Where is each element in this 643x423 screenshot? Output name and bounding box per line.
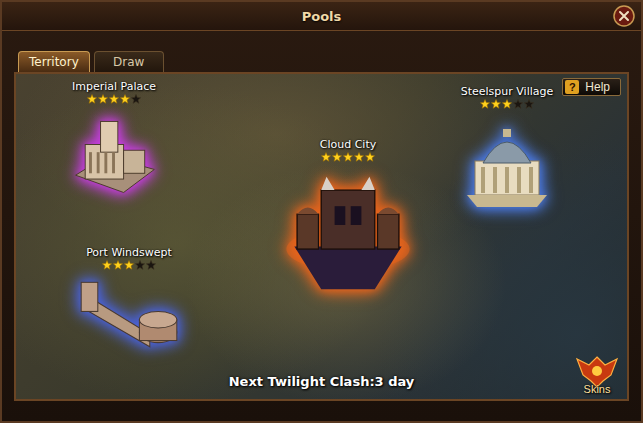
location-pin[interactable]: Imperial Palace bbox=[66, 80, 162, 204]
star-icon bbox=[502, 99, 512, 109]
tab-row: TerritoryDraw bbox=[14, 51, 629, 72]
star-icon bbox=[332, 152, 342, 162]
star-icon bbox=[343, 152, 353, 162]
help-icon: ? bbox=[565, 80, 579, 94]
location-name: Steelspur Village bbox=[461, 85, 554, 98]
star-icon bbox=[354, 152, 364, 162]
skins-label: Skins bbox=[584, 383, 611, 395]
star-icon bbox=[321, 152, 331, 162]
pools-window: Pools TerritoryDraw? Help Imperial Palace Cl… bbox=[0, 0, 643, 423]
star-icon bbox=[135, 260, 145, 270]
window-title: Pools bbox=[302, 9, 342, 24]
location-name: Port Windswept bbox=[86, 246, 172, 259]
star-icon bbox=[365, 152, 375, 162]
location-name: Cloud City bbox=[320, 138, 376, 151]
close-icon bbox=[613, 5, 635, 27]
tab[interactable]: Draw bbox=[94, 51, 164, 72]
next-clash-status: Next Twilight Clash:3 day bbox=[16, 374, 627, 389]
star-icon bbox=[120, 94, 130, 104]
star-icon bbox=[124, 260, 134, 270]
star-icon bbox=[113, 260, 123, 270]
close-button[interactable] bbox=[613, 5, 635, 27]
location-pin[interactable]: Port Windswept bbox=[77, 246, 181, 357]
star-icon bbox=[87, 94, 97, 104]
star-rating bbox=[321, 152, 375, 162]
floating-city-icon bbox=[281, 166, 415, 300]
help-label: Help bbox=[585, 80, 610, 94]
star-icon bbox=[102, 260, 112, 270]
domed-hall-icon bbox=[457, 113, 557, 213]
skins-button[interactable]: Skins bbox=[575, 351, 619, 395]
star-icon bbox=[146, 260, 156, 270]
star-icon bbox=[109, 94, 119, 104]
fortress-wall-icon bbox=[77, 274, 181, 357]
palace-icon bbox=[66, 108, 162, 204]
star-rating bbox=[87, 94, 141, 104]
star-icon bbox=[491, 99, 501, 109]
star-icon bbox=[480, 99, 490, 109]
help-button[interactable]: ? Help bbox=[562, 78, 621, 96]
territory-map: ? Help Imperial Palace Cloud City Steelspur … bbox=[14, 72, 629, 401]
tab[interactable]: Territory bbox=[18, 51, 90, 72]
star-icon bbox=[524, 99, 534, 109]
star-icon bbox=[131, 94, 141, 104]
window-body: TerritoryDraw? Help Imperial Palace Cloud C… bbox=[2, 31, 641, 421]
star-rating bbox=[102, 260, 156, 270]
star-rating bbox=[480, 99, 534, 109]
location-name: Imperial Palace bbox=[72, 80, 156, 93]
location-pin[interactable]: Cloud City bbox=[281, 138, 415, 300]
title-bar: Pools bbox=[2, 2, 641, 31]
star-icon bbox=[513, 99, 523, 109]
location-pin[interactable]: Steelspur Village bbox=[457, 85, 557, 213]
star-icon bbox=[98, 94, 108, 104]
